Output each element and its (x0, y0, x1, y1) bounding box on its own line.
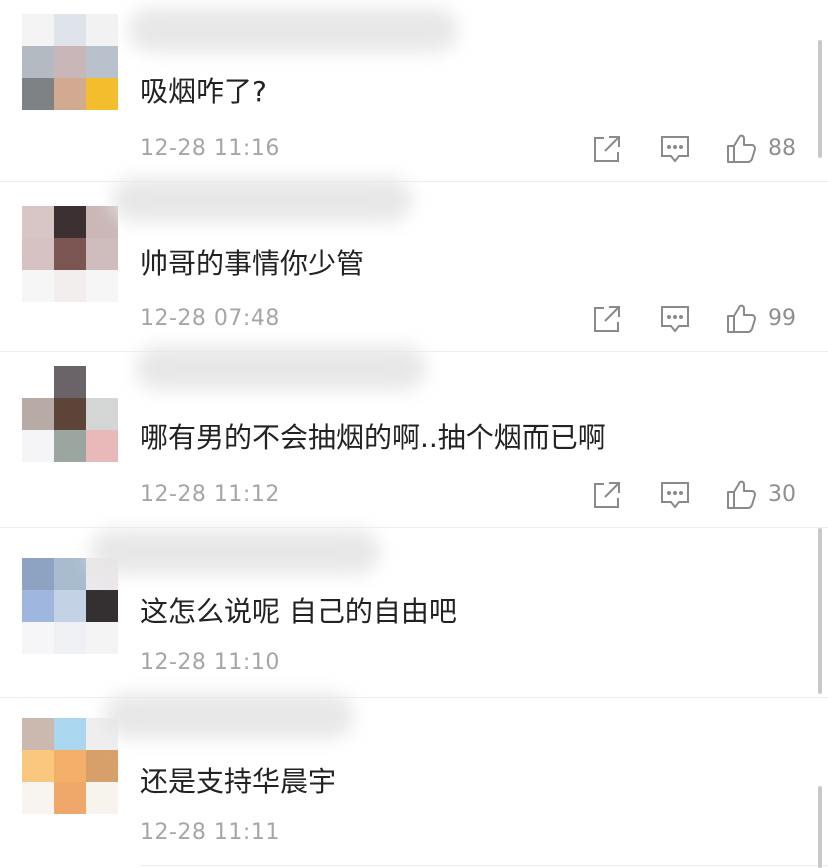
avatar-pixel (86, 46, 118, 78)
comment-text: 还是支持华晨宇 (140, 765, 337, 798)
avatar-pixel (54, 366, 86, 398)
avatar-pixel (54, 622, 86, 654)
avatar-pixel (54, 398, 86, 430)
avatar-pixel (86, 590, 118, 622)
avatar-pixel (54, 590, 86, 622)
avatar-pixel (22, 430, 54, 462)
username-blurred[interactable] (136, 346, 426, 390)
comment-text: 哪有男的不会抽烟的啊..抽个烟而已啊 (140, 421, 606, 454)
avatar-pixel (86, 366, 118, 398)
username-blurred[interactable] (128, 8, 458, 52)
comment-time: 12-28 11:12 (140, 482, 280, 507)
avatar[interactable] (22, 206, 118, 302)
avatar-pixel (22, 78, 54, 110)
avatar-pixel (54, 78, 86, 110)
comment-time: 12-28 11:10 (140, 650, 280, 675)
avatar[interactable] (22, 718, 118, 814)
comment-list: 吸烟咋了? 12-28 11:16 88 帅哥的事情你少管 12-28 07:4… (0, 0, 828, 868)
comment-text: 这怎么说呢 自己的自由吧 (140, 595, 457, 628)
thumbs-up-icon[interactable] (724, 478, 758, 512)
avatar-pixel (54, 718, 86, 750)
username-blurred[interactable] (112, 178, 412, 222)
comment-icon[interactable] (658, 302, 692, 336)
avatar-pixel (54, 782, 86, 814)
avatar-pixel (54, 206, 86, 238)
share-icon[interactable] (590, 132, 624, 166)
scrollbar[interactable] (818, 528, 822, 694)
comment-item: 哪有男的不会抽烟的啊..抽个烟而已啊 12-28 11:12 30 (0, 346, 828, 528)
avatar-pixel (86, 14, 118, 46)
like-count: 88 (768, 136, 796, 161)
share-icon[interactable] (590, 302, 624, 336)
scrollbar[interactable] (818, 40, 822, 158)
comment-item: 这怎么说呢 自己的自由吧 12-28 11:10 (0, 528, 828, 698)
like-count: 99 (768, 306, 796, 331)
avatar-pixel (86, 398, 118, 430)
avatar-pixel (86, 78, 118, 110)
avatar-pixel (22, 206, 54, 238)
avatar-pixel (86, 750, 118, 782)
like-count: 30 (768, 482, 796, 507)
comment-time: 12-28 11:16 (140, 136, 280, 161)
avatar-pixel (86, 206, 118, 238)
comment-actions: 99 (590, 302, 810, 336)
share-icon[interactable] (590, 478, 624, 512)
username-blurred[interactable] (90, 530, 380, 574)
avatar-pixel (86, 622, 118, 654)
comment-time: 12-28 11:11 (140, 820, 280, 845)
comment-actions: 30 (590, 478, 810, 512)
username-blurred[interactable] (104, 694, 354, 738)
avatar-pixel (54, 558, 86, 590)
avatar-pixel (22, 718, 54, 750)
comment-time: 12-28 07:48 (140, 306, 280, 331)
comment-text: 帅哥的事情你少管 (140, 247, 365, 280)
avatar-pixel (22, 622, 54, 654)
avatar-pixel (54, 46, 86, 78)
scrollbar[interactable] (818, 786, 822, 868)
avatar-pixel (54, 238, 86, 270)
avatar-pixel (54, 750, 86, 782)
divider (140, 865, 828, 866)
avatar-pixel (22, 366, 54, 398)
avatar-pixel (22, 750, 54, 782)
avatar-pixel (22, 590, 54, 622)
thumbs-up-icon[interactable] (724, 302, 758, 336)
comment-actions: 88 (590, 132, 810, 166)
avatar-pixel (22, 46, 54, 78)
comment-item: 吸烟咋了? 12-28 11:16 88 (0, 0, 828, 182)
avatar-pixel (22, 238, 54, 270)
avatar-pixel (86, 430, 118, 462)
comment-icon[interactable] (658, 132, 692, 166)
avatar[interactable] (22, 366, 118, 462)
avatar-pixel (22, 558, 54, 590)
avatar-pixel (86, 238, 118, 270)
thumbs-up-icon[interactable] (724, 132, 758, 166)
avatar-pixel (22, 270, 54, 302)
avatar-pixel (86, 270, 118, 302)
comment-item: 还是支持华晨宇 12-28 11:11 (0, 694, 828, 868)
avatar-pixel (22, 398, 54, 430)
avatar-pixel (54, 430, 86, 462)
avatar-pixel (22, 782, 54, 814)
comment-icon[interactable] (658, 478, 692, 512)
avatar[interactable] (22, 14, 118, 110)
avatar-pixel (22, 14, 54, 46)
avatar-pixel (54, 14, 86, 46)
avatar-pixel (86, 782, 118, 814)
comment-item: 帅哥的事情你少管 12-28 07:48 99 (0, 178, 828, 352)
avatar-pixel (54, 270, 86, 302)
comment-text: 吸烟咋了? (140, 75, 267, 108)
